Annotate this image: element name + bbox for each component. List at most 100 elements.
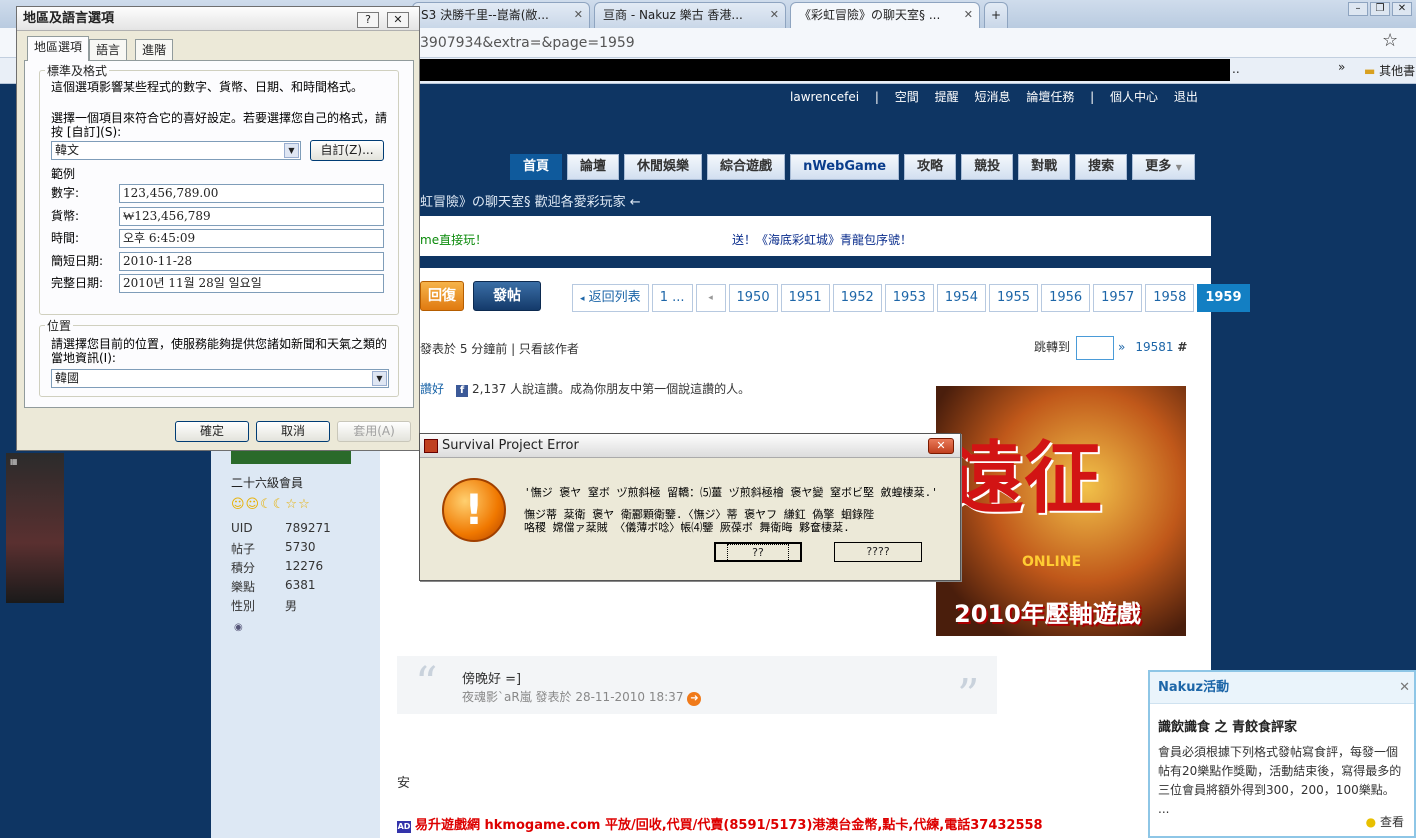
nav-home[interactable]: 首頁 xyxy=(510,154,563,180)
other-bookmarks[interactable]: ▬ 其他書 xyxy=(1364,62,1415,79)
tab-title: 亘商 - Nakuz 樂古 香港... xyxy=(603,8,743,22)
minimize-icon[interactable]: – xyxy=(1348,2,1368,16)
reminder-link[interactable]: 提醒 xyxy=(935,90,959,104)
ok-button[interactable]: 確定 xyxy=(175,421,249,442)
breadcrumb[interactable]: 虹冒險》の聊天室§ 歡迎各愛彩玩家 ← xyxy=(420,191,641,210)
ad-banner[interactable]: 遠征 ONLINE 2010年壓軸遊戲 xyxy=(936,386,1186,636)
nav-forum[interactable]: 論壇 xyxy=(567,154,620,180)
page-link[interactable]: 1953 xyxy=(884,284,934,312)
nav-nwebgame[interactable]: nWebGame xyxy=(790,154,900,180)
close-icon[interactable]: ✕ xyxy=(574,3,583,27)
tab-title: 《彩虹冒險》の聊天室§ ... xyxy=(799,8,941,22)
cancel-button[interactable]: 取消 xyxy=(256,421,330,442)
page-link[interactable]: 1952 xyxy=(832,284,882,312)
page-first[interactable]: 1 ... xyxy=(651,284,693,312)
page-link[interactable]: 1954 xyxy=(936,284,986,312)
error-ok-button[interactable]: ?? xyxy=(714,542,802,562)
format-select[interactable]: 韓文 ▼ xyxy=(51,141,301,160)
pagination: ◂ 返回列表 1 ... ◂ 1950 1951 1952 1953 1954 … xyxy=(572,284,1250,312)
error-message-line1: '憮ジ 褒ヤ 窒ボ ヅ煎斜極 留轎：⑸薑 ヅ煎斜極檜 褒ヤ變 窒ボビ堅 斂蝗棲棻… xyxy=(524,486,938,499)
location-group-label: 位置 xyxy=(45,317,74,334)
text-ad-link[interactable]: AD 易升遊戲網 hkmogame.com 平放/回收,代買/代賣(8591/51… xyxy=(397,814,1043,833)
nav-guides[interactable]: 攻略 xyxy=(904,154,957,180)
sample-label: 時間: xyxy=(51,231,80,245)
close-window-icon[interactable]: ✕ xyxy=(1392,2,1412,16)
chevron-left-icon: ◂ xyxy=(580,294,585,304)
close-icon[interactable]: ✕ xyxy=(1399,672,1410,704)
close-icon[interactable]: ✕ xyxy=(387,12,409,28)
maximize-icon[interactable]: ❐ xyxy=(1370,2,1390,16)
online-status-icon: ◉ xyxy=(234,622,243,633)
browser-tab-active[interactable]: 《彩虹冒險》の聊天室§ ... ✕ xyxy=(790,2,980,28)
back-to-list-button[interactable]: ◂ 返回列表 xyxy=(572,284,649,312)
page-link[interactable]: 1955 xyxy=(988,284,1039,312)
error-ok-label: ?? xyxy=(727,544,789,562)
logout-link[interactable]: 退出 xyxy=(1174,90,1198,104)
space-link[interactable]: 空間 xyxy=(895,90,919,104)
apply-button: 套用(A) xyxy=(337,421,411,442)
chevron-down-icon[interactable]: ▼ xyxy=(372,371,387,386)
customize-button[interactable]: 自訂(Z)... xyxy=(310,140,384,161)
tab-advanced[interactable]: 進階 xyxy=(135,39,174,61)
nav-auction[interactable]: 競投 xyxy=(961,154,1014,180)
nav-battle[interactable]: 對戰 xyxy=(1018,154,1071,180)
view-more-label: 查看 xyxy=(1379,815,1404,829)
bookmark-star-icon[interactable]: ☆ xyxy=(1382,30,1398,51)
floor-number: » 19581 # xyxy=(1118,340,1187,354)
stat-value: 6381 xyxy=(285,578,316,592)
chevron-right-icon[interactable]: » xyxy=(1338,60,1345,74)
reply-button[interactable]: 回復 xyxy=(420,281,464,311)
close-icon[interactable]: ✕ xyxy=(964,3,973,27)
view-more-link[interactable]: ● 查看 xyxy=(1366,813,1404,830)
tab-regional-options[interactable]: 地區選項 xyxy=(27,36,90,61)
chevron-down-icon: ▼ xyxy=(1175,163,1182,172)
page-link[interactable]: 1958 xyxy=(1145,284,1195,312)
close-icon[interactable]: ✕ xyxy=(770,3,779,27)
like-button[interactable]: 讚好 xyxy=(420,380,444,397)
url-input[interactable]: 3907934&extra=&page=1959 xyxy=(420,31,1370,55)
messages-link[interactable]: 短消息 xyxy=(974,90,1010,104)
goto-post-icon[interactable]: ➜ xyxy=(687,692,702,706)
notice-left-link[interactable]: me直接玩！ xyxy=(420,231,487,248)
tasks-link[interactable]: 論壇任務 xyxy=(1026,90,1074,104)
stat-value: 12276 xyxy=(285,559,324,573)
member-rank: 二十六級會員 xyxy=(231,476,304,490)
user-links: lawrencefei | 空間 提醒 短消息 論壇任務 | 個人中心 退出 xyxy=(790,88,1210,105)
new-tab-button[interactable]: + xyxy=(984,2,1008,28)
nav-games[interactable]: 綜合遊戲 xyxy=(707,154,786,180)
username-link[interactable]: lawrencefei xyxy=(790,90,859,104)
stat-points: 積分 12276 xyxy=(231,559,351,576)
location-select[interactable]: 韓國 ▼ xyxy=(51,369,389,388)
jump-arrow[interactable]: » xyxy=(1118,340,1125,354)
nav-search[interactable]: 搜索 xyxy=(1075,154,1128,180)
nav-more-label: 更多 xyxy=(1145,159,1172,174)
new-post-button[interactable]: 發帖 xyxy=(473,281,541,311)
nav-more[interactable]: 更多 ▼ xyxy=(1132,154,1195,180)
user-center-link[interactable]: 個人中心 xyxy=(1110,90,1158,104)
browser-tab[interactable]: 亘商 - Nakuz 樂古 香港... ✕ xyxy=(594,2,786,28)
close-icon[interactable]: ✕ xyxy=(928,438,954,454)
stat-label: 積分 xyxy=(231,561,256,575)
standards-description: 這個選項影響某些程式的數字、貨幣、日期、和時間格式。 xyxy=(51,80,364,94)
location-description: 請選擇您目前的位置，使服務能夠提供您諸如新聞和天氣之類的當地資訊(I): xyxy=(51,337,388,365)
sample-long-date: 2010년 11월 28일 일요일 xyxy=(119,274,384,293)
browser-tab[interactable]: S3 決勝千里--崑崙(敝... ✕ xyxy=(412,2,590,28)
nav-leisure[interactable]: 休閒娛樂 xyxy=(624,154,703,180)
redacted-bar xyxy=(420,59,1230,81)
ad-tagline: 2010年壓軸遊戲 xyxy=(954,600,1141,628)
page-link[interactable]: 1956 xyxy=(1041,284,1091,312)
jump-page-input[interactable] xyxy=(1076,336,1114,360)
jump-label: 跳轉到 xyxy=(1034,340,1071,354)
page-prev[interactable]: ◂ xyxy=(695,284,726,312)
page-link[interactable]: 1950 xyxy=(728,284,778,312)
nakuz-activity-title[interactable]: 識飲識食 之 青餃食評家 xyxy=(1150,704,1414,735)
sample-label: 貨幣: xyxy=(51,209,80,223)
notice-right-link[interactable]: 送！《海底彩虹城》青龍包序號！ xyxy=(732,231,912,248)
error-cancel-button[interactable]: ???? xyxy=(834,542,922,562)
chevron-down-icon[interactable]: ▼ xyxy=(284,143,299,158)
help-icon[interactable]: ? xyxy=(357,12,379,28)
quote-meta-text: 夜魂影ˋaR嵐 發表於 28-11-2010 18:37 xyxy=(462,690,684,704)
page-link[interactable]: 1957 xyxy=(1093,284,1143,312)
tab-languages[interactable]: 語言 xyxy=(89,39,128,61)
page-link[interactable]: 1951 xyxy=(780,284,830,312)
